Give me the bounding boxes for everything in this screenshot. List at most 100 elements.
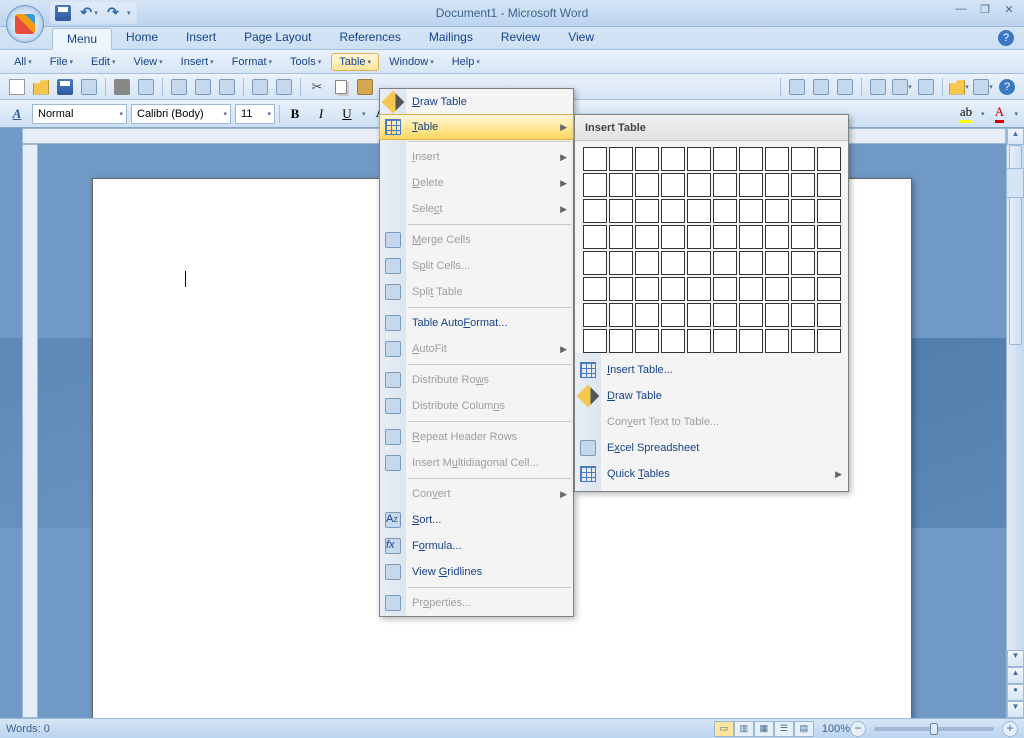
grid-cell[interactable] <box>661 147 685 171</box>
grid-cell[interactable] <box>583 329 607 353</box>
ribbon-tab-menu[interactable]: Menu <box>52 28 112 50</box>
style-aa[interactable]: A <box>6 103 28 125</box>
mail-button[interactable] <box>168 76 190 98</box>
zoom-slider[interactable] <box>874 727 994 731</box>
grid-cell[interactable] <box>791 329 815 353</box>
new-button[interactable] <box>6 76 28 98</box>
grid-cell[interactable] <box>583 303 607 327</box>
ribbon-tab-page-layout[interactable]: Page Layout <box>230 27 325 49</box>
grid-cell[interactable] <box>791 251 815 275</box>
grid-cell[interactable] <box>765 329 789 353</box>
find-button[interactable] <box>192 76 214 98</box>
grid-cell[interactable] <box>609 251 633 275</box>
grid-cell[interactable] <box>713 277 737 301</box>
grid-cell[interactable] <box>635 329 659 353</box>
table-menu-table-autoformat-[interactable]: Table AutoFormat... <box>380 310 573 336</box>
align-button[interactable] <box>810 76 832 98</box>
menu-file[interactable]: File ▾ <box>42 53 81 71</box>
grid-cell[interactable] <box>739 199 763 223</box>
grid-cell[interactable] <box>817 173 841 197</box>
word-count[interactable]: Words: 0 <box>6 723 50 735</box>
view-web[interactable]: ▦ <box>754 721 774 737</box>
next-page[interactable]: ▼ <box>1007 701 1024 718</box>
grid-cell[interactable] <box>687 225 711 249</box>
grid-cell[interactable] <box>583 147 607 171</box>
office-button[interactable] <box>6 5 44 43</box>
menu-format[interactable]: Format ▾ <box>224 53 280 71</box>
zoom-out-button[interactable]: − <box>850 721 866 737</box>
open-button[interactable] <box>30 76 52 98</box>
grid-cell[interactable] <box>713 251 737 275</box>
view-full-reading[interactable]: ▥ <box>734 721 754 737</box>
insert-sub-quick-tables[interactable]: Quick Tables▶ <box>575 461 848 487</box>
ribbon-tab-home[interactable]: Home <box>112 27 172 49</box>
font-color-button[interactable]: A <box>988 103 1010 125</box>
ribbon-tab-mailings[interactable]: Mailings <box>415 27 487 49</box>
grid-cell[interactable] <box>661 277 685 301</box>
menu-edit[interactable]: Edit ▾ <box>83 53 123 71</box>
folder-dd[interactable]: ▾ <box>948 76 970 98</box>
grid-cell[interactable] <box>635 225 659 249</box>
grid-cell[interactable] <box>713 329 737 353</box>
style-selector[interactable]: Normal▾ <box>32 104 127 124</box>
insert-sub-excel-spreadsheet[interactable]: Excel Spreadsheet <box>575 435 848 461</box>
table-menu-draw-table[interactable]: Draw Table <box>380 89 573 115</box>
grid-cell[interactable] <box>609 225 633 249</box>
grid-cell[interactable] <box>765 173 789 197</box>
qat-redo[interactable]: ↷ <box>102 2 124 24</box>
menu-all[interactable]: All ▾ <box>6 53 40 71</box>
zoom-in-button[interactable]: + <box>1002 721 1018 737</box>
grid-cell[interactable] <box>791 147 815 171</box>
vertical-scrollbar[interactable]: ▲ ▼ ▲ ● ▼ <box>1006 128 1024 718</box>
grid-cell[interactable] <box>661 199 685 223</box>
grid-cell[interactable] <box>713 225 737 249</box>
grid-cell[interactable] <box>661 251 685 275</box>
grid-cell[interactable] <box>791 225 815 249</box>
fullscreen-button[interactable] <box>915 76 937 98</box>
grid-cell[interactable] <box>765 225 789 249</box>
grid-cell[interactable] <box>817 199 841 223</box>
grid-cell[interactable] <box>739 303 763 327</box>
bold-button[interactable]: B <box>284 103 306 125</box>
underline-button[interactable]: U <box>336 103 358 125</box>
grid-cell[interactable] <box>687 303 711 327</box>
options-dd[interactable]: ▾ <box>972 76 994 98</box>
para-button[interactable] <box>834 76 856 98</box>
grid-cell[interactable] <box>687 277 711 301</box>
grid-cell[interactable] <box>687 173 711 197</box>
table-menu-view-gridlines[interactable]: View Gridlines <box>380 559 573 585</box>
grid-cell[interactable] <box>739 329 763 353</box>
zoom-out-tb[interactable] <box>867 76 889 98</box>
grid-cell[interactable] <box>713 199 737 223</box>
grid-cell[interactable] <box>609 277 633 301</box>
grid-cell[interactable] <box>661 173 685 197</box>
grid-cell[interactable] <box>609 199 633 223</box>
zoom-level[interactable]: 100% <box>822 723 850 735</box>
grid-cell[interactable] <box>817 303 841 327</box>
size-selector[interactable]: 11▾ <box>235 104 275 124</box>
cut-button[interactable]: ✂ <box>306 76 328 98</box>
grid-cell[interactable] <box>635 199 659 223</box>
menu-tools[interactable]: Tools ▾ <box>282 53 329 71</box>
menu-insert[interactable]: Insert ▾ <box>173 53 222 71</box>
grid-cell[interactable] <box>687 251 711 275</box>
grid-cell[interactable] <box>817 225 841 249</box>
grid-cell[interactable] <box>583 225 607 249</box>
view-draft[interactable]: ▤ <box>794 721 814 737</box>
grid-cell[interactable] <box>791 199 815 223</box>
ribbon-tab-insert[interactable]: Insert <box>172 27 230 49</box>
grid-cell[interactable] <box>791 303 815 327</box>
scroll-up[interactable]: ▲ <box>1007 128 1024 145</box>
grid-cell[interactable] <box>765 277 789 301</box>
grid-cell[interactable] <box>609 303 633 327</box>
insert-sub-draw-table[interactable]: Draw Table <box>575 383 848 409</box>
scroll-down[interactable]: ▼ <box>1007 650 1024 667</box>
grid-cell[interactable] <box>687 329 711 353</box>
close-button[interactable]: ✕ <box>1000 3 1018 17</box>
qat-undo[interactable]: ↶▾ <box>77 2 99 24</box>
grid-cell[interactable] <box>661 225 685 249</box>
browse-object[interactable]: ● <box>1007 684 1024 701</box>
qat-customize[interactable]: ▾ <box>127 9 131 17</box>
grid-cell[interactable] <box>661 329 685 353</box>
ribbon-tab-references[interactable]: References <box>325 27 414 49</box>
